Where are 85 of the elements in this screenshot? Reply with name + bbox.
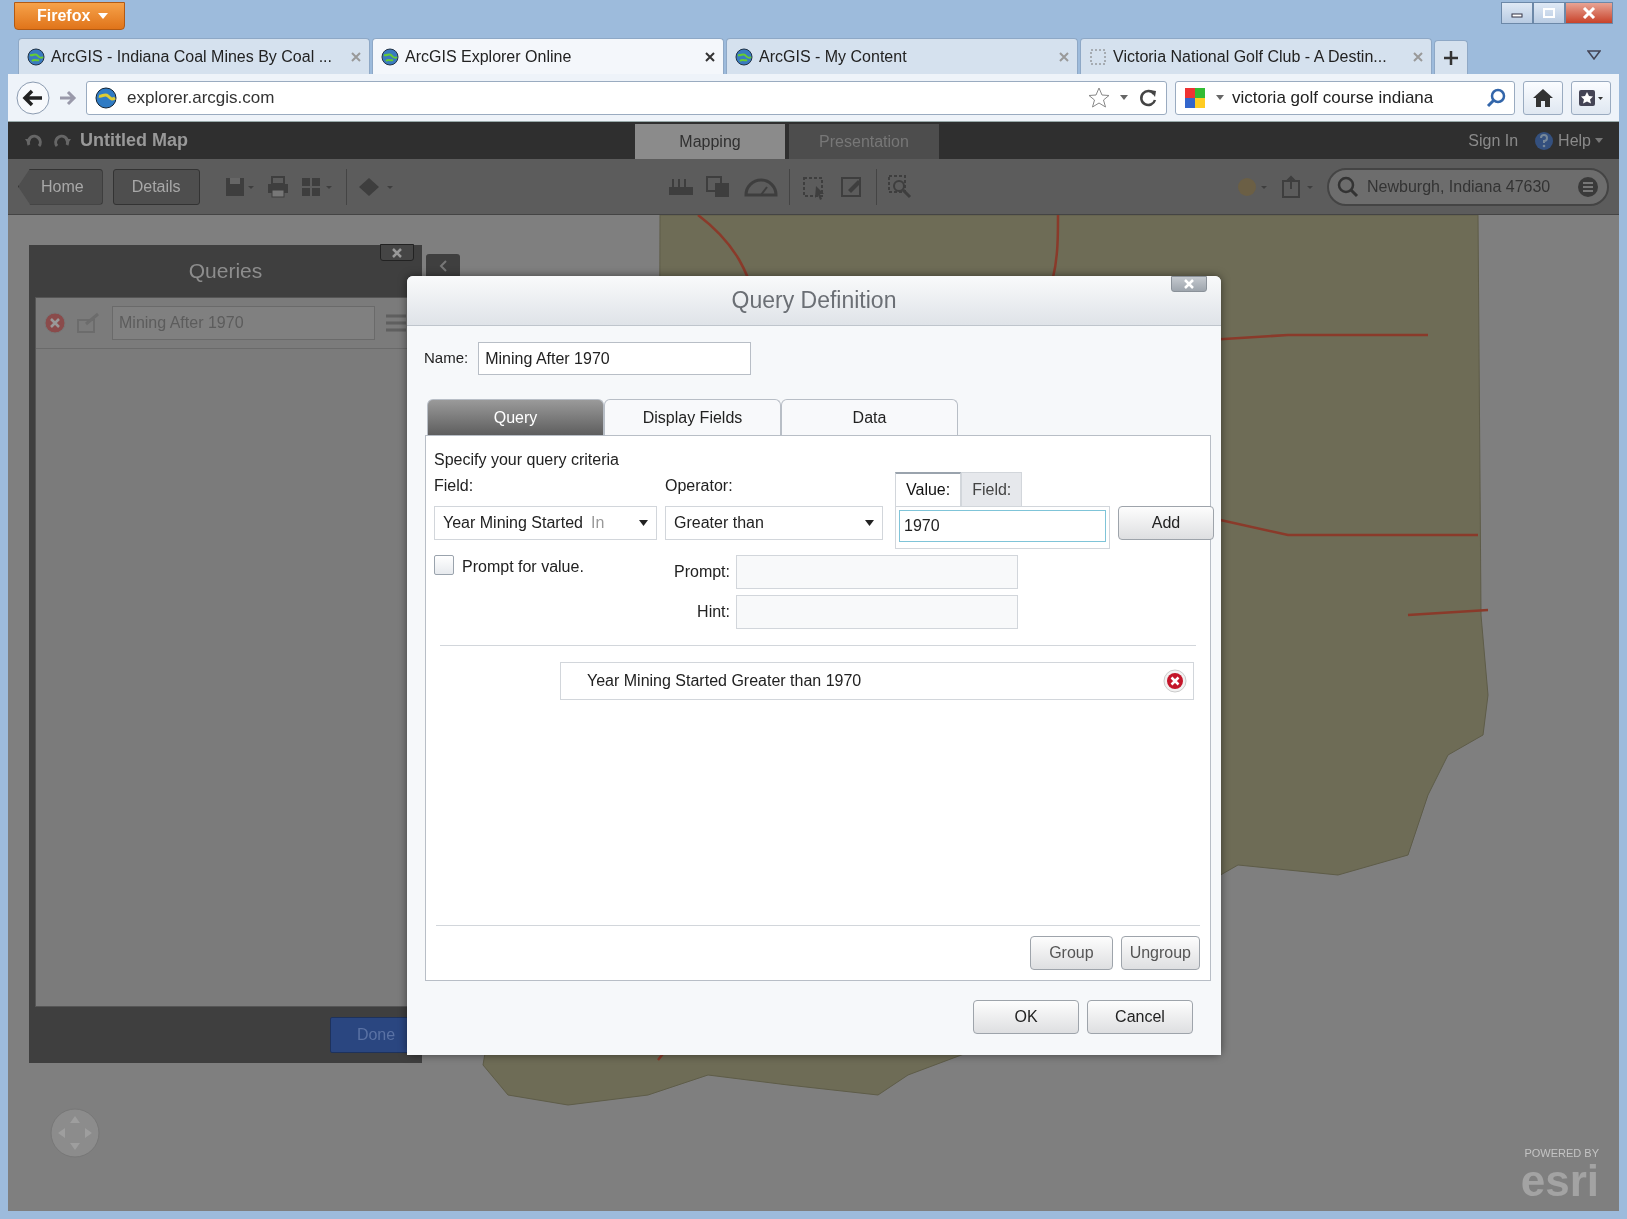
field-label: Name: (424, 348, 469, 369)
ok-button[interactable]: OK (973, 1000, 1079, 1034)
blank-page-icon (1089, 47, 1107, 66)
close-button[interactable] (380, 244, 414, 261)
name-input-field[interactable]: Mining After 1970 (478, 342, 752, 375)
reload-icon[interactable] (1138, 87, 1158, 108)
tab[interactable]: Display Fields (604, 399, 781, 435)
value-tab[interactable]: Field: (961, 472, 1023, 506)
prompt-input-field[interactable] (736, 555, 1018, 589)
plus-icon (1443, 49, 1459, 66)
list-icon[interactable] (1577, 175, 1599, 198)
browser-tab[interactable]: ArcGIS - My Content (726, 38, 1078, 74)
search-field[interactable]: victoria golf course indiana (1175, 80, 1515, 115)
print-icon[interactable] (265, 174, 290, 199)
help-menu[interactable]: Help (1534, 128, 1603, 153)
field-label: Field: (434, 476, 475, 496)
mode-tab[interactable]: Mapping (635, 124, 785, 159)
globe-icon (381, 47, 399, 66)
search-icon (1337, 175, 1359, 198)
value-input-field[interactable]: 1970 (899, 510, 1106, 542)
browser-tab[interactable]: ArcGIS - Indiana Coal Mines By Coal ... (18, 38, 370, 74)
details-button[interactable]: Details (112, 168, 200, 205)
browser-tab[interactable]: ArcGIS Explorer Online (372, 38, 724, 74)
search-engine-icon[interactable] (1184, 86, 1208, 109)
bookmark-star-icon (1578, 87, 1604, 108)
caret-icon (639, 520, 648, 526)
star-icon[interactable] (1088, 86, 1110, 109)
tab[interactable]: Data (781, 399, 958, 435)
operator-dropdown[interactable]: Greater than (665, 506, 883, 540)
expression-row[interactable]: Year Mining Started Greater than 1970 (560, 662, 1194, 700)
minimize-button[interactable] (1501, 2, 1533, 24)
redo-icon[interactable] (52, 132, 72, 149)
field-label: Hint: (696, 602, 730, 622)
field-type-text: In (590, 514, 605, 531)
browser-tab[interactable]: Victoria National Golf Club - A Destin... (1080, 38, 1432, 74)
delete-icon[interactable] (44, 312, 66, 334)
close-button[interactable] (1565, 2, 1613, 24)
globe-icon (95, 86, 117, 109)
drag-handle-icon[interactable] (385, 312, 407, 334)
globe-icon (735, 47, 753, 66)
caret-icon (865, 520, 874, 526)
chevron-left-icon (439, 260, 447, 272)
close-icon (1582, 7, 1596, 19)
close-icon[interactable] (705, 51, 715, 62)
home-button[interactable]: Home (18, 168, 103, 205)
panel-title: Queries (188, 258, 263, 285)
sign-in-link[interactable]: Sign In (1468, 128, 1519, 153)
maximize-icon (1543, 8, 1555, 18)
map-title: Untitled Map (80, 129, 188, 152)
group-button[interactable]: Group (1030, 936, 1113, 970)
remove-icon[interactable] (1163, 669, 1187, 693)
address-bar[interactable]: explorer.arcgis.com (86, 80, 1167, 115)
bookmarks-button[interactable] (1571, 80, 1611, 115)
pan-control-icon[interactable] (50, 1108, 100, 1158)
caret-icon[interactable] (1216, 95, 1224, 100)
help-icon (1534, 130, 1555, 151)
section-heading: Specify your query criteria (434, 450, 620, 470)
search-icon[interactable] (1486, 87, 1506, 108)
field-label: Prompt: (673, 562, 730, 582)
value-tab[interactable]: Value: (895, 472, 962, 506)
caret-icon[interactable] (1120, 95, 1128, 100)
new-tab-button[interactable] (1434, 40, 1468, 74)
home-button[interactable] (1523, 80, 1563, 115)
caret-icon (1595, 138, 1603, 143)
home-icon (1532, 87, 1554, 108)
field-label: Operator: (665, 476, 734, 496)
close-icon (391, 247, 403, 258)
prompt-checkbox[interactable]: Prompt for value. (434, 555, 650, 629)
tab[interactable]: Query (427, 399, 604, 435)
globe-icon (27, 47, 45, 66)
add-button[interactable]: Add (1118, 506, 1214, 540)
field-name-text: Year Mining Started (443, 514, 583, 531)
collapse-panel-button[interactable] (426, 254, 460, 278)
dropdown-arrow-icon[interactable] (1587, 50, 1601, 60)
close-icon (1183, 279, 1195, 289)
hint-input-field[interactable] (736, 595, 1018, 629)
close-button[interactable] (1171, 276, 1207, 292)
powered-by-label: POWERED BY (1524, 1148, 1599, 1159)
undo-icon[interactable] (24, 132, 44, 149)
ungroup-button[interactable]: Ungroup (1120, 936, 1200, 970)
caret-icon (98, 13, 109, 19)
cancel-button[interactable]: Cancel (1087, 1000, 1193, 1034)
maximize-button[interactable] (1533, 2, 1565, 24)
dialog-title: Query Definition (731, 286, 897, 316)
field-dropdown[interactable]: Year Mining Started In (434, 506, 657, 540)
